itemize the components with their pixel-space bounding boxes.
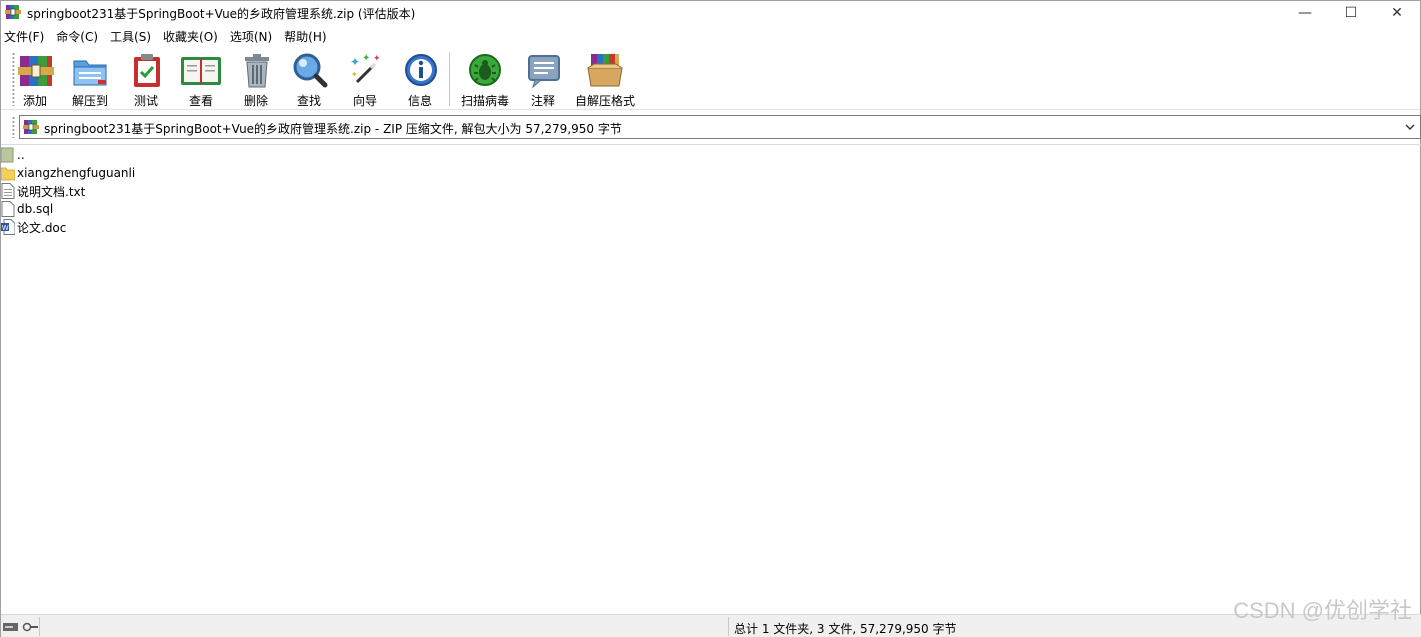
status-divider (728, 617, 729, 636)
svg-text:W: W (2, 224, 9, 232)
svg-text:✦: ✦ (350, 55, 360, 69)
menu-tools[interactable]: 工具(S) (107, 26, 154, 46)
file-name: db.sql (17, 202, 54, 216)
test-label: 测试 (133, 94, 158, 108)
svg-text:✦: ✦ (373, 54, 381, 64)
delete-label: 删除 (243, 94, 268, 108)
sfx-button[interactable]: 自解压格式 (574, 52, 636, 108)
file-name: .. (17, 148, 25, 162)
menu-commands[interactable]: 命令(C) (53, 26, 101, 46)
menu-help[interactable]: 帮助(H) (281, 26, 329, 46)
menu-file[interactable]: 文件(F) (1, 26, 47, 46)
folder-icon (1, 167, 15, 181)
file-row-sql[interactable]: db.sql (1, 200, 53, 218)
delete-button[interactable]: 删除 (238, 52, 274, 108)
comment-label: 注释 (530, 94, 555, 108)
status-divider (39, 617, 40, 636)
extract-folder-icon (73, 60, 107, 86)
status-bar: 总计 1 文件夹, 3 文件, 57,279,950 字节 (1, 614, 1421, 637)
close-button[interactable]: ✕ (1374, 1, 1420, 25)
sfx-box-icon (587, 54, 623, 87)
file-row-folder[interactable]: xiangzhengfuguanli (1, 164, 135, 182)
svg-text:✦: ✦ (351, 70, 358, 79)
svg-text:✦: ✦ (362, 53, 370, 64)
wizard-wand-icon: ✦ ✦ ✦ ✦ (350, 53, 381, 84)
file-row-doc[interactable]: W 论文.doc (1, 218, 66, 236)
address-bar-grip[interactable] (12, 116, 15, 138)
watermark: CSDN @优创学社 (1233, 598, 1412, 623)
file-name: 说明文档.txt (17, 184, 86, 199)
add-archive-icon (18, 56, 54, 86)
view-book-icon (181, 57, 221, 85)
toolbar: 添加 解压到 测试 查看 删除 查找 ✦ ✦ ✦ ✦ 向导 信息 扫描病毒 注释… (1, 48, 1420, 110)
word-file-icon: W (1, 219, 15, 235)
file-icon (1, 201, 15, 217)
status-summary: 总计 1 文件夹, 3 文件, 57,279,950 字节 (734, 622, 957, 636)
extract-to-button[interactable]: 解压到 (70, 52, 110, 108)
info-button[interactable]: 信息 (402, 52, 438, 108)
menu-options[interactable]: 选项(N) (227, 26, 275, 46)
find-magnifier-icon (293, 53, 328, 88)
comment-button[interactable]: 注释 (525, 52, 561, 108)
file-name: 论文.doc (17, 220, 67, 235)
menu-bar: 文件(F) 命令(C) 工具(S) 收藏夹(O) 选项(N) 帮助(H) (1, 26, 1420, 46)
find-button[interactable]: 查找 (291, 52, 328, 108)
minimize-button[interactable]: — (1282, 1, 1328, 25)
winrar-window: springboot231基于SpringBoot+Vue的乡政府管理系统.zi… (0, 0, 1421, 637)
drive-key-icon[interactable] (3, 620, 39, 634)
virus-scan-button[interactable]: 扫描病毒 (459, 52, 511, 108)
menu-favorites[interactable]: 收藏夹(O) (160, 26, 221, 46)
toolbar-separator (449, 52, 450, 106)
archive-path: springboot231基于SpringBoot+Vue的乡政府管理系统.zi… (44, 122, 622, 136)
test-button[interactable]: 测试 (128, 52, 164, 108)
file-row-parent[interactable]: .. (1, 146, 25, 164)
virus-scan-bug-icon (469, 54, 501, 86)
up-folder-icon (1, 147, 14, 163)
comment-note-icon (528, 55, 560, 89)
address-bar[interactable]: springboot231基于SpringBoot+Vue的乡政府管理系统.zi… (19, 115, 1421, 139)
file-row-txt[interactable]: 说明文档.txt (1, 182, 85, 200)
view-label: 查看 (188, 94, 213, 108)
window-title: springboot231基于SpringBoot+Vue的乡政府管理系统.zi… (27, 7, 416, 21)
chevron-down-icon[interactable] (1404, 120, 1416, 134)
info-icon (405, 54, 437, 86)
virus-scan-label: 扫描病毒 (460, 94, 509, 108)
zip-archive-icon (23, 120, 39, 134)
winrar-app-icon (5, 5, 21, 19)
add-label: 添加 (22, 94, 47, 108)
delete-trash-icon (245, 54, 269, 88)
wizard-button[interactable]: ✦ ✦ ✦ ✦ 向导 (347, 52, 383, 108)
toolbar-grip[interactable] (12, 52, 15, 106)
file-list[interactable]: .. xiangzhengfuguanli 说明文档.txt db.sql W … (1, 144, 1421, 613)
file-name: xiangzhengfuguanli (17, 166, 136, 180)
test-clipboard-icon (134, 54, 160, 87)
find-label: 查找 (296, 94, 321, 108)
view-button[interactable]: 查看 (179, 52, 223, 108)
text-file-icon (1, 183, 15, 199)
add-button[interactable]: 添加 (17, 52, 54, 108)
info-label: 信息 (407, 94, 432, 108)
wizard-label: 向导 (352, 94, 377, 108)
extract-to-label: 解压到 (71, 94, 108, 108)
maximize-button[interactable]: ☐ (1328, 1, 1374, 25)
sfx-label: 自解压格式 (574, 94, 635, 108)
title-bar[interactable]: springboot231基于SpringBoot+Vue的乡政府管理系统.zi… (1, 1, 1420, 25)
